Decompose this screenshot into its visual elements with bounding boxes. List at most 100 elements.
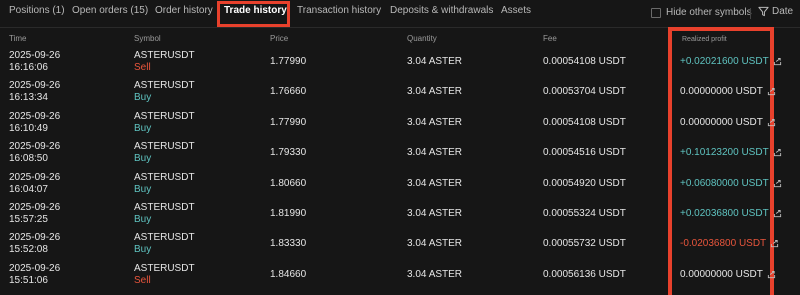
trade-fee: 0.00055324 USDT [543,208,626,219]
trade-quantity: 3.04 ASTER [407,56,463,67]
trade-date: 2025-09-26 [9,262,61,274]
column-header-quantity: Quantity [407,34,437,43]
trade-date: 2025-09-26 [9,50,61,61]
tab-positions[interactable]: Positions (1) [9,5,65,16]
trade-side: Buy [134,122,152,134]
hide-other-symbols-checkbox[interactable] [651,7,661,18]
filter-icon [758,6,769,17]
filter-divider [750,8,751,19]
trade-price: 1.80660 [270,177,307,189]
share-icon[interactable] [767,87,776,96]
tab-assets[interactable]: Assets [501,5,531,16]
symbol-name: ASTERUSDT [134,80,195,92]
trade-clock: 16:04:07 [9,183,48,195]
trade-date: 2025-09-26 [9,202,61,213]
realized-profit-cell: 0.00000000 USDT [680,86,776,97]
trade-fee: 0.00054108 USDT [543,56,626,67]
date-filter-button[interactable]: Date [758,6,793,17]
active-tab-highlight [217,1,290,27]
trade-side: Buy [134,92,152,104]
trade-symbol: ASTERUSDT Buy [134,141,195,165]
trade-date: 2025-09-26 [9,110,61,122]
realized-profit-value: +0.10123200 USDT [680,147,769,159]
share-icon[interactable] [773,148,782,157]
tab-transaction-history[interactable]: Transaction history [297,5,381,16]
trade-fee: 0.00055732 USDT [543,238,626,250]
trade-price: 1.76660 [270,86,307,98]
share-icon[interactable] [767,118,776,127]
trade-symbol: ASTERUSDT Buy [134,80,195,104]
trade-time: 2025-09-26 16:16:06 [9,50,60,74]
trade-price: 1.83330 [270,238,307,250]
share-icon[interactable] [770,239,779,248]
trade-side: Buy [134,153,152,165]
trade-symbol: ASTERUSDT Buy [134,111,195,135]
realized-profit-column-highlight: Realized profit +0.02021600 USDT 0.000000… [668,27,781,295]
table-row: 2025-09-26 16:10:49 ASTERUSDT Buy 1.77990 3.0… [0,110,668,140]
symbol-name: ASTERUSDT [134,110,195,122]
trade-symbol: ASTERUSDT Sell [134,50,195,74]
trade-price: 1.77990 [270,116,307,128]
symbol-name: ASTERUSDT [134,171,195,183]
trade-quantity: 3.04 ASTER [407,208,463,219]
symbol-name: ASTERUSDT [134,50,195,61]
table-row: 2025-09-26 15:51:06 ASTERUSDT Sell 1.84660 3.… [0,262,668,292]
table-row: 2025-09-26 15:57:25 ASTERUSDT Buy 1.81990 3.0… [0,201,668,231]
table-row: 2025-09-26 16:13:34 ASTERUSDT Buy 1.76660 3.0… [0,79,668,109]
table-row: 2025-09-26 15:52:08 ASTERUSDT Buy 1.83330 3.0… [0,231,668,261]
trade-symbol: ASTERUSDT Sell [134,263,195,287]
realized-profit-cell: 0.00000000 USDT [680,269,776,280]
trade-fee: 0.00056136 USDT [543,268,626,280]
tab-open-orders[interactable]: Open orders (15) [72,5,148,16]
realized-profit-value: +0.02036800 USDT [680,208,769,219]
realized-profit-value: 0.00000000 USDT [680,268,763,280]
tab-deposits-withdrawals[interactable]: Deposits & withdrawals [390,5,493,16]
share-icon[interactable] [773,57,782,66]
share-icon[interactable] [773,179,782,188]
symbol-name: ASTERUSDT [134,202,195,213]
tab-bar: Positions (1) Open orders (15) Order his… [0,0,800,28]
realized-profit-value: 0.00000000 USDT [680,86,763,98]
trade-side: Sell [134,62,151,73]
realized-profit-cell: +0.06080000 USDT [680,178,782,189]
trade-time: 2025-09-26 15:51:06 [9,263,60,287]
trade-quantity: 3.04 ASTER [407,268,463,280]
realized-profit-cell: +0.02036800 USDT [680,208,782,219]
trade-fee: 0.00053704 USDT [543,86,626,98]
realized-profit-value: +0.02021600 USDT [680,56,769,67]
trade-date: 2025-09-26 [9,171,61,183]
trade-price: 1.79330 [270,147,307,159]
share-icon[interactable] [773,209,782,218]
trade-date: 2025-09-26 [9,80,61,92]
realized-profit-cell: 0.00000000 USDT [680,117,776,128]
share-icon[interactable] [767,270,776,279]
trade-price: 1.77990 [270,56,307,67]
trade-clock: 15:52:08 [9,244,48,256]
trade-time: 2025-09-26 15:57:25 [9,202,60,226]
trade-fee: 0.00054920 USDT [543,177,626,189]
trade-clock: 15:57:25 [9,214,48,225]
trade-price: 1.84660 [270,268,307,280]
trade-date: 2025-09-26 [9,232,61,244]
column-header-fee: Fee [543,34,557,43]
tab-order-history[interactable]: Order history [155,5,213,16]
trade-quantity: 3.04 ASTER [407,147,463,159]
trade-quantity: 3.04 ASTER [407,238,463,250]
hide-other-symbols-toggle[interactable]: Hide other symbols [651,7,752,18]
trade-clock: 16:13:34 [9,92,48,104]
realized-profit-cell: -0.02036800 USDT [680,238,779,249]
trade-fee: 0.00054108 USDT [543,116,626,128]
column-header-symbol: Symbol [134,34,161,43]
trade-quantity: 3.04 ASTER [407,116,463,128]
realized-profit-value: 0.00000000 USDT [680,116,763,128]
trade-side: Buy [134,183,152,195]
trade-time: 2025-09-26 15:52:08 [9,232,60,256]
table-row: 2025-09-26 16:16:06 ASTERUSDT Sell 1.77990 3.… [0,49,668,79]
trade-price: 1.81990 [270,208,307,219]
date-filter-label: Date [772,6,794,17]
trade-symbol: ASTERUSDT Buy [134,172,195,196]
symbol-name: ASTERUSDT [134,262,195,274]
realized-profit-value: -0.02036800 USDT [680,238,767,250]
trade-symbol: ASTERUSDT Buy [134,202,195,226]
trade-quantity: 3.04 ASTER [407,86,463,98]
